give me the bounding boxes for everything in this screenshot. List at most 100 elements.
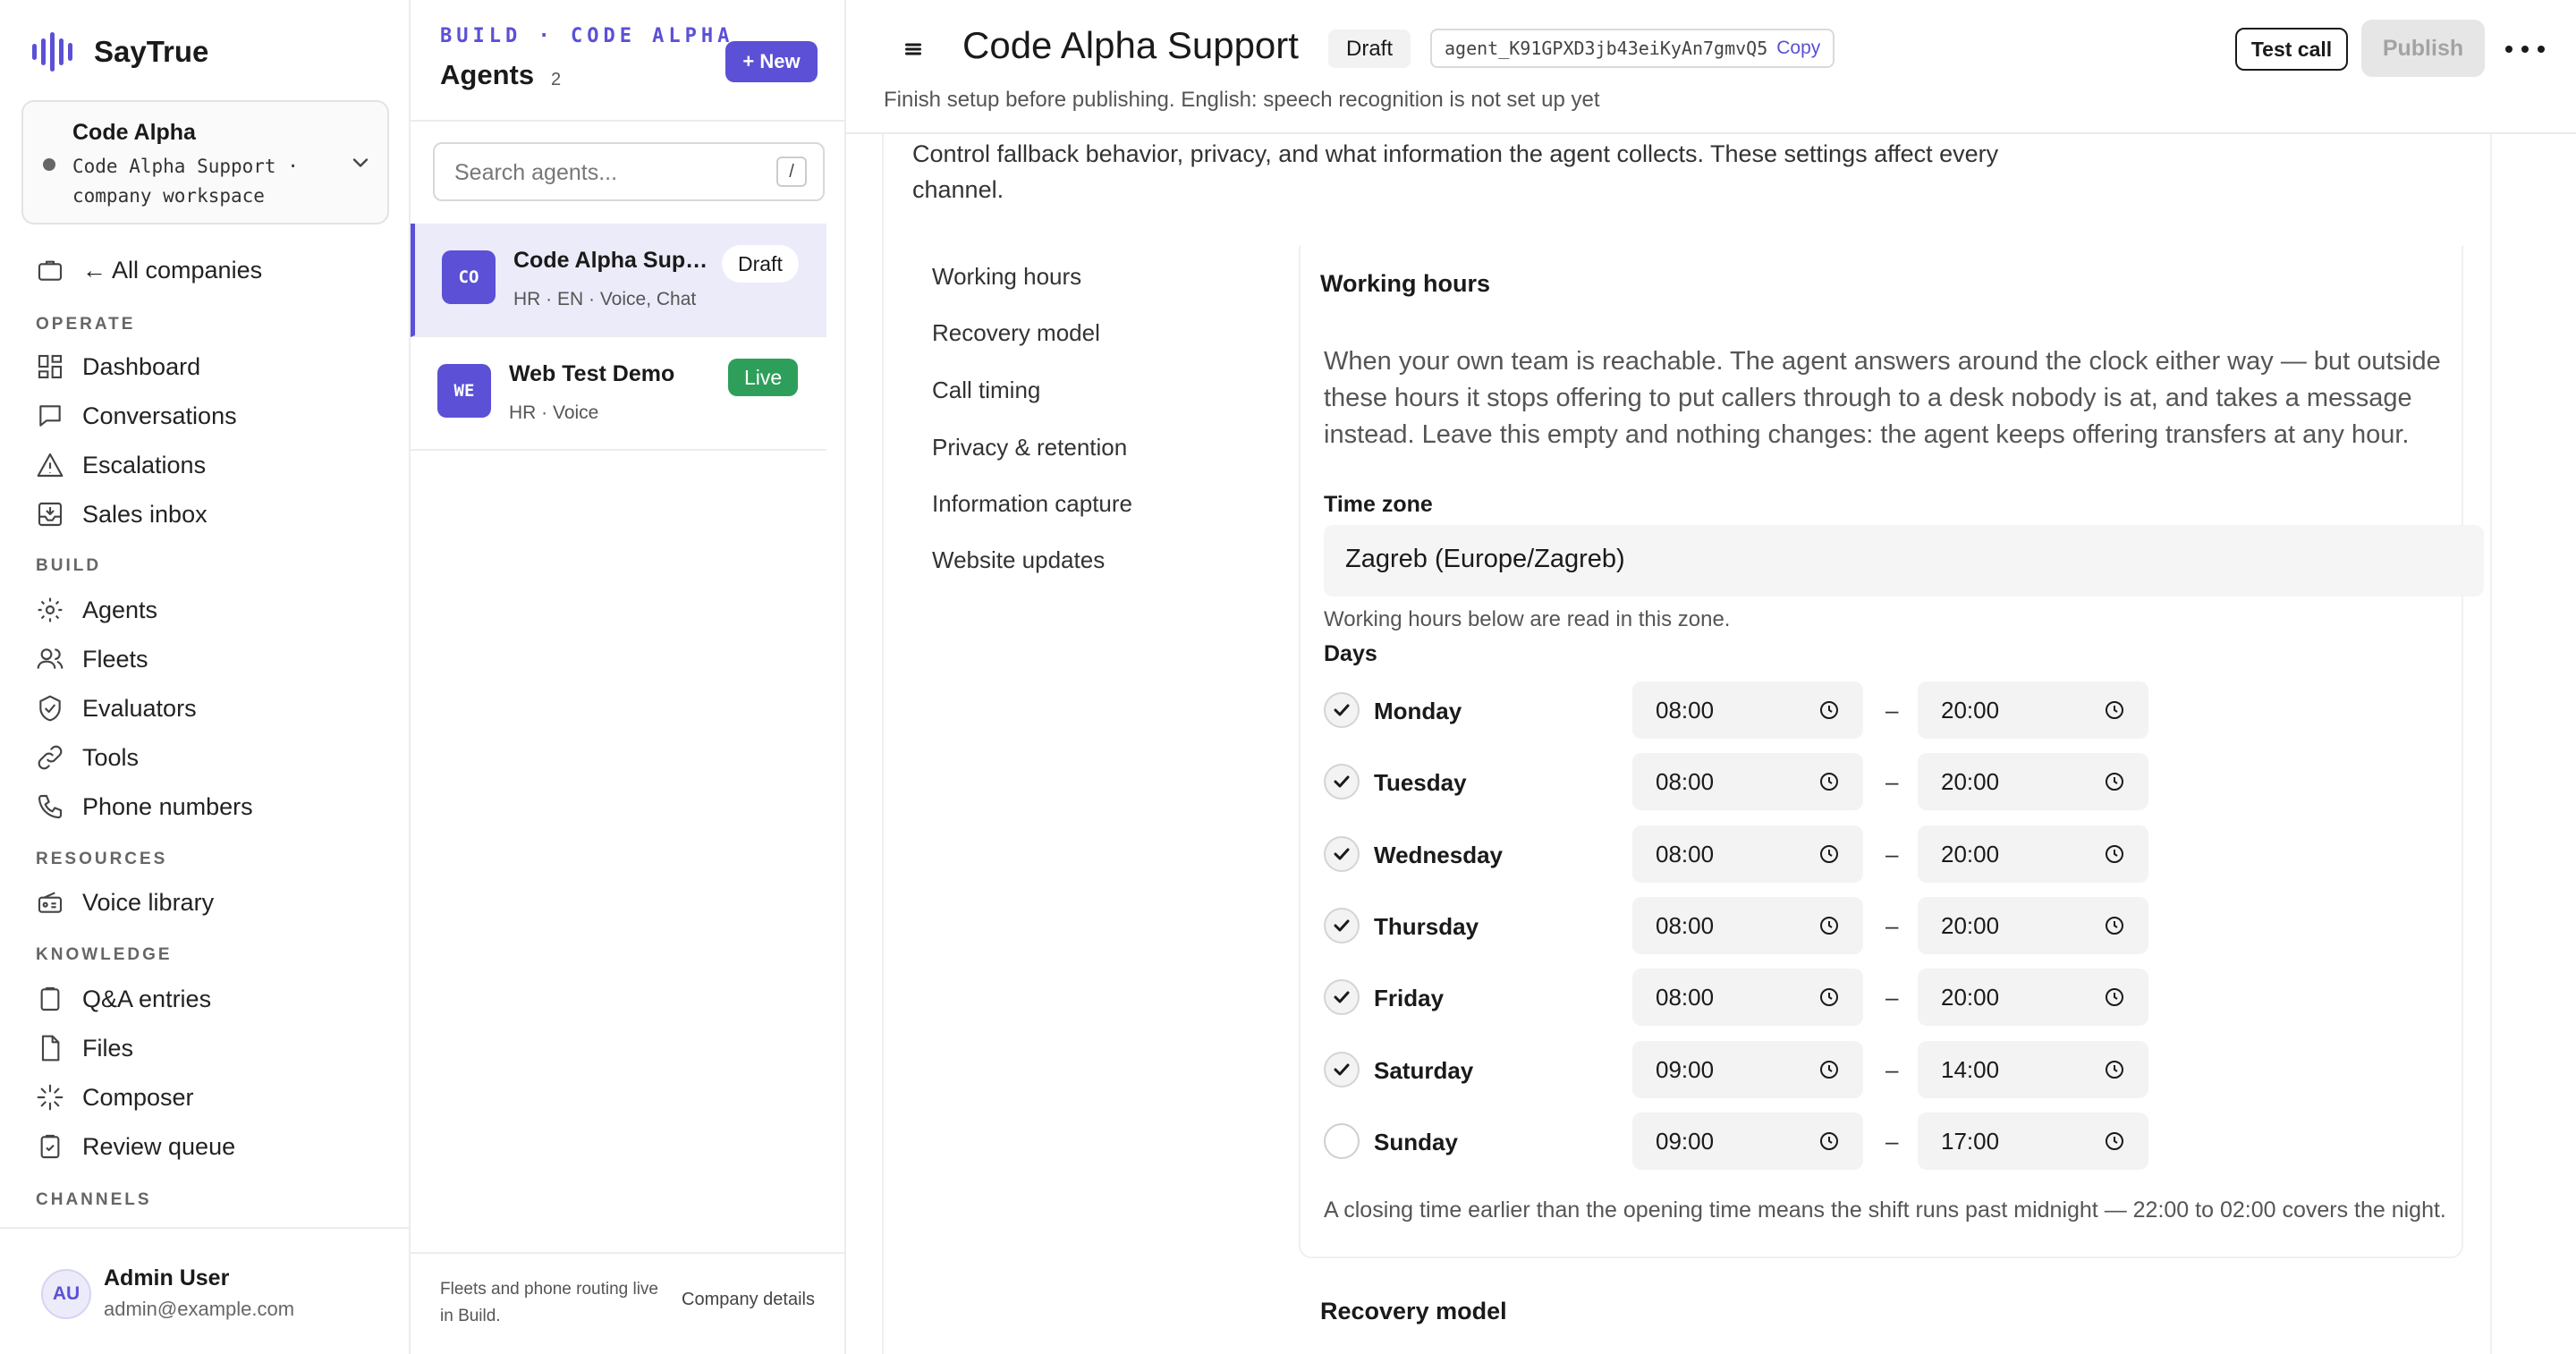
clock-icon xyxy=(1820,988,1838,1006)
agent-name: Code Alpha Supp... xyxy=(513,248,715,273)
clock-icon xyxy=(2106,917,2123,935)
day-checkbox[interactable] xyxy=(1324,836,1360,872)
close-time-input[interactable]: 17:00 xyxy=(1918,1113,2148,1170)
nav-files-label: Files xyxy=(82,1034,134,1062)
nav-section-resources: RESOURCES xyxy=(36,850,168,868)
nav-phone-numbers[interactable]: Phone numbers xyxy=(36,789,253,825)
close-time-value: 20:00 xyxy=(1941,841,2000,867)
day-checkbox[interactable] xyxy=(1324,692,1360,728)
nav-agents[interactable]: Agents xyxy=(36,592,157,628)
menu-icon[interactable] xyxy=(900,36,927,63)
user-profile[interactable]: AU Admin User admin@example.com xyxy=(0,1227,409,1354)
day-row-sunday: Sunday 09:00 17:00 – xyxy=(1324,1113,2156,1170)
nav-review-queue[interactable]: Review queue xyxy=(36,1129,235,1164)
nav-escalations[interactable]: Escalations xyxy=(36,447,206,483)
check-badge-icon xyxy=(39,695,61,722)
day-checkbox[interactable] xyxy=(1324,1052,1360,1087)
close-time-value: 20:00 xyxy=(1941,912,2000,939)
sidebar: SayTrue Code Alpha Code Alpha Support · … xyxy=(0,0,411,1354)
nav-section-channels: CHANNELS xyxy=(36,1190,152,1209)
more-options-icon[interactable] xyxy=(2505,36,2545,63)
clock-icon xyxy=(1820,701,1838,719)
open-time-input[interactable]: 08:00 xyxy=(1632,825,1863,883)
day-name: Friday xyxy=(1374,985,1445,1011)
test-call-button[interactable]: Test call xyxy=(2235,28,2348,71)
nav-fleets[interactable]: Fleets xyxy=(36,641,148,677)
day-checkbox[interactable] xyxy=(1324,979,1360,1015)
clock-icon xyxy=(1820,1061,1838,1079)
close-time-input[interactable]: 20:00 xyxy=(1918,825,2148,883)
subnav-website-updates[interactable]: Website updates xyxy=(932,546,1105,574)
sparkle-icon xyxy=(37,1084,64,1111)
open-time-input[interactable]: 08:00 xyxy=(1632,753,1863,810)
nav-sales-inbox[interactable]: Sales inbox xyxy=(36,496,208,532)
nav-composer[interactable]: Composer xyxy=(36,1079,194,1115)
day-row-monday: Monday 08:00 20:00 – xyxy=(1324,681,2156,739)
close-time-input[interactable]: 14:00 xyxy=(1918,1041,2148,1098)
nav-evaluators[interactable]: Evaluators xyxy=(36,690,197,726)
workspace-title: Code Alpha xyxy=(72,120,196,145)
close-time-input[interactable]: 20:00 xyxy=(1918,969,2148,1026)
nav-dashboard-label: Dashboard xyxy=(82,352,201,380)
subnav-privacy-retention[interactable]: Privacy & retention xyxy=(932,434,1127,461)
new-agent-button[interactable]: + New xyxy=(725,41,818,82)
day-checkbox[interactable] xyxy=(1324,1123,1360,1159)
nav-voice-library[interactable]: Voice library xyxy=(36,884,214,920)
close-time-value: 20:00 xyxy=(1941,697,2000,724)
close-time-input[interactable]: 20:00 xyxy=(1918,681,2148,739)
close-time-value: 20:00 xyxy=(1941,768,2000,795)
nav-tools[interactable]: Tools xyxy=(36,740,139,775)
brand[interactable]: SayTrue xyxy=(32,29,208,75)
publish-button[interactable]: Publish xyxy=(2361,20,2485,77)
subnav-recovery-model[interactable]: Recovery model xyxy=(932,319,1100,347)
workspace-switcher[interactable]: Code Alpha Code Alpha Support · company … xyxy=(21,100,389,224)
search-input[interactable] xyxy=(454,157,758,189)
search-box[interactable]: / xyxy=(433,142,825,201)
day-checkbox[interactable] xyxy=(1324,764,1360,800)
days-label: Days xyxy=(1324,641,1377,666)
open-time-input[interactable]: 08:00 xyxy=(1632,897,1863,954)
subnav-call-timing[interactable]: Call timing xyxy=(932,377,1040,404)
inbox-icon xyxy=(38,502,63,527)
subnav-information-capture[interactable]: Information capture xyxy=(932,490,1132,518)
section-title: Working hours xyxy=(1320,270,1491,297)
copy-button[interactable]: Copy xyxy=(1776,38,1820,59)
open-time-input[interactable]: 08:00 xyxy=(1632,681,1863,739)
nav-sales-inbox-label: Sales inbox xyxy=(82,500,208,528)
setup-warning: Finish setup before publishing. English:… xyxy=(884,88,1600,112)
company-details-link[interactable]: Company details xyxy=(682,1290,815,1310)
timezone-select[interactable]: Zagreb (Europe/Zagreb) xyxy=(1324,525,2484,597)
nav-qa-entries-label: Q&A entries xyxy=(82,985,212,1012)
time-separator: – xyxy=(1885,1128,1899,1155)
open-time-input[interactable]: 09:00 xyxy=(1632,1113,1863,1170)
close-time-input[interactable]: 20:00 xyxy=(1918,753,2148,810)
status-badge: Live xyxy=(728,359,799,396)
agent-list-item[interactable]: WE Web Test Demo HR · Voice Live xyxy=(411,337,826,451)
timezone-value: Zagreb (Europe/Zagreb) xyxy=(1345,545,1625,573)
time-separator: – xyxy=(1885,768,1899,795)
users-icon xyxy=(37,648,64,669)
day-row-friday: Friday 08:00 20:00 – xyxy=(1324,969,2156,1026)
clock-icon xyxy=(1820,1132,1838,1150)
agents-count: 2 xyxy=(551,70,562,89)
nav-dashboard[interactable]: Dashboard xyxy=(36,349,200,385)
subnav-working-hours[interactable]: Working hours xyxy=(932,263,1081,291)
day-name: Wednesday xyxy=(1374,842,1504,868)
brand-name: SayTrue xyxy=(94,35,209,68)
search-shortcut-key: / xyxy=(776,157,807,187)
day-row-tuesday: Tuesday 08:00 20:00 – xyxy=(1324,753,2156,810)
day-checkbox[interactable] xyxy=(1324,908,1360,944)
nav-files[interactable]: Files xyxy=(36,1030,133,1066)
open-time-input[interactable]: 09:00 xyxy=(1632,1041,1863,1098)
nav-all-companies[interactable]: ← All companies xyxy=(36,252,262,288)
open-time-input[interactable]: 08:00 xyxy=(1632,969,1863,1026)
agent-list-item[interactable]: CO Code Alpha Supp... HR · EN · Voice, C… xyxy=(411,224,826,337)
close-time-input[interactable]: 20:00 xyxy=(1918,897,2148,954)
gear-icon xyxy=(38,597,63,622)
clock-icon xyxy=(2106,701,2123,719)
nav-section-knowledge: KNOWLEDGE xyxy=(36,945,173,964)
page-title: Code Alpha Support xyxy=(962,24,1299,66)
nav-qa-entries[interactable]: Q&A entries xyxy=(36,981,211,1017)
divider xyxy=(411,120,844,122)
nav-conversations[interactable]: Conversations xyxy=(36,398,237,434)
